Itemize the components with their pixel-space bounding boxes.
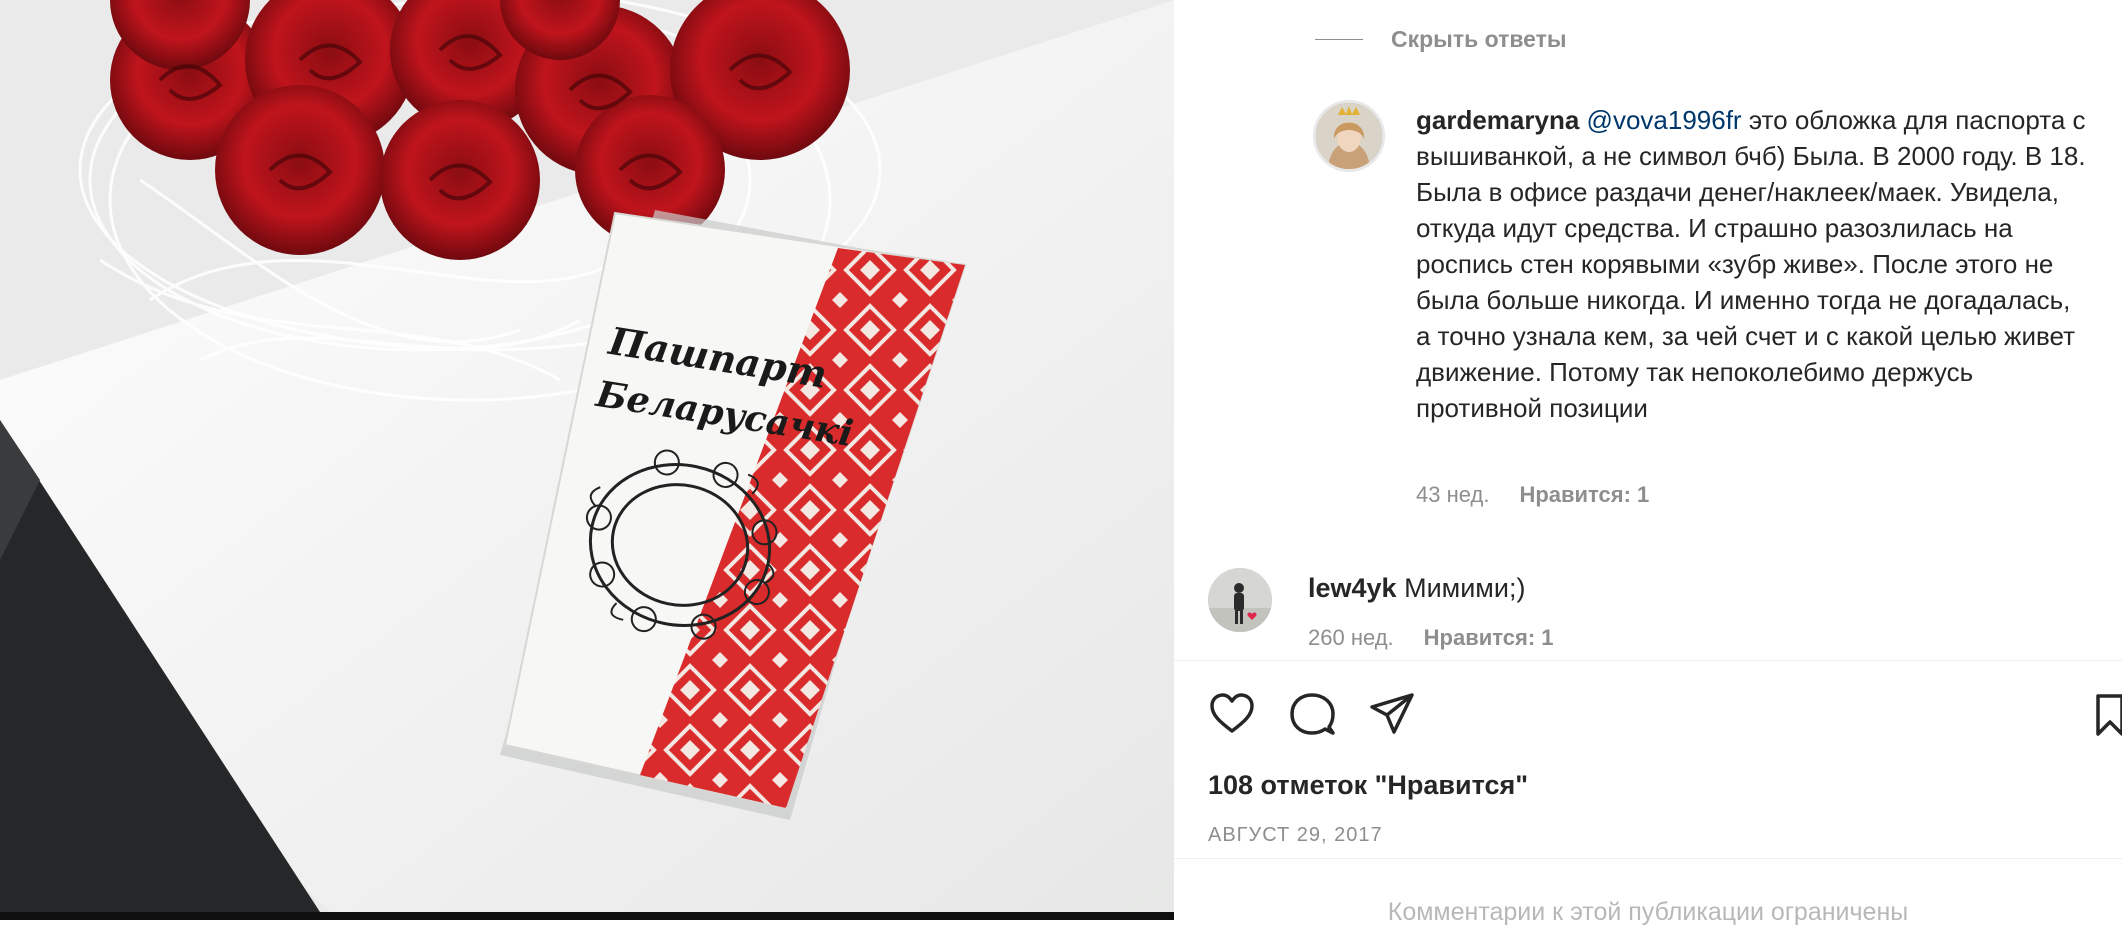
photo-bottom-edge <box>0 912 1174 920</box>
reply-text: это обложка для паспорта с вышиванкой, а… <box>1416 105 2086 423</box>
post-date: август 29, 2017 <box>1208 824 1383 846</box>
heart-icon[interactable] <box>1208 690 1256 738</box>
comment-likes[interactable]: Нравится: 1 <box>1424 625 1554 651</box>
comment-text: Мимими;) <box>1396 573 1526 603</box>
bookmark-icon[interactable] <box>2094 690 2122 738</box>
post-photo: Пашпарт Беларусачкі <box>0 0 1174 912</box>
actions-top-divider <box>1174 660 2122 661</box>
reply-mention[interactable]: @vova1996fr <box>1587 105 1742 135</box>
paper-plane-icon[interactable] <box>1368 690 1416 738</box>
comments-limited-notice: Комментарии к этой публикации ограничены <box>1387 898 1909 926</box>
reply-age: 43 нед. <box>1416 482 1490 507</box>
hide-replies-toggle[interactable]: Скрыть ответы <box>1315 26 1567 53</box>
comment-meta: 260 нед. Нравится: 1 <box>1308 625 1554 651</box>
reply-text-block: gardemaryna @vova1996fr это обложка для … <box>1416 102 2086 426</box>
comments-panel: Скрыть ответы gardemaryna @vova1996fr эт… <box>1174 0 2122 926</box>
comment-bubble-icon[interactable] <box>1288 690 1336 738</box>
comment-text-block: lew4yk Мимими;) <box>1308 570 1525 606</box>
avatar-person-icon <box>1208 568 1272 632</box>
comment-avatar[interactable] <box>1208 568 1272 632</box>
reply-meta: 43 нед. Нравится: 1 <box>1416 482 1649 508</box>
post-actions-bar <box>1208 690 2122 740</box>
reply-avatar[interactable] <box>1313 100 1385 172</box>
comment-age: 260 нед. <box>1308 625 1394 650</box>
post-likes-count[interactable]: 108 отметок "Нравится" <box>1208 770 1528 801</box>
photo-illustration <box>0 0 1174 912</box>
comments-limited-divider <box>1174 858 2122 859</box>
reply-likes[interactable]: Нравится: 1 <box>1519 482 1649 508</box>
hide-replies-label[interactable]: Скрыть ответы <box>1391 26 1567 53</box>
hide-replies-line <box>1315 39 1363 40</box>
comment-username[interactable]: lew4yk <box>1308 573 1397 603</box>
avatar-portrait-icon <box>1316 103 1382 169</box>
reply-username[interactable]: gardemaryna <box>1416 105 1579 135</box>
